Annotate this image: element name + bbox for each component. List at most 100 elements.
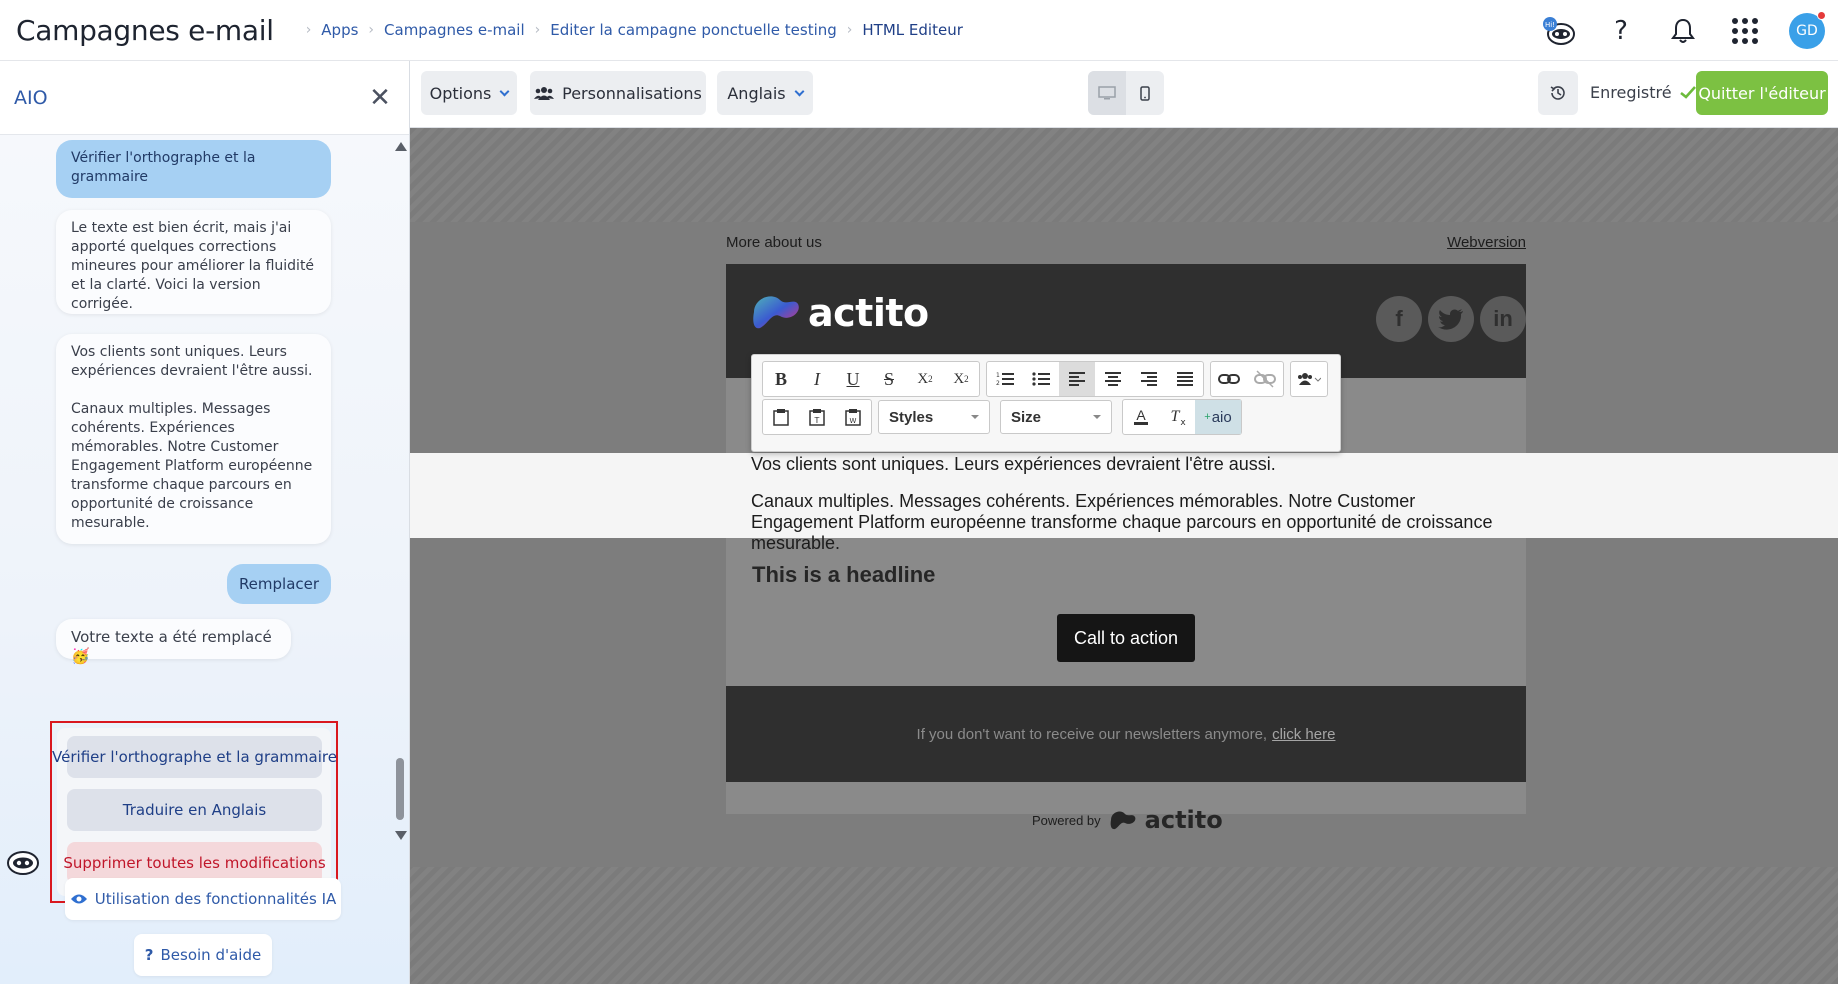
language-label: Anglais <box>727 83 786 103</box>
linkedin-icon[interactable]: in <box>1480 296 1526 342</box>
more-about-link[interactable]: More about us <box>726 234 822 251</box>
paste-text-icon[interactable]: T <box>799 400 835 434</box>
save-status: Enregistré <box>1590 83 1696 102</box>
aio-assistant-button[interactable]: Hi! <box>1528 0 1590 61</box>
breadcrumb-separator: › <box>368 22 375 38</box>
size-label: Size <box>1011 408 1042 426</box>
close-icon[interactable]: ✕ <box>365 83 395 113</box>
unsubscribe-link[interactable]: click here <box>1272 726 1335 743</box>
paste-word-icon[interactable]: W <box>835 400 871 434</box>
numbered-list-icon[interactable]: 12 <box>987 362 1023 396</box>
svg-text:W: W <box>850 417 857 425</box>
remove-format-icon[interactable]: Tx <box>1159 400 1195 434</box>
bold-button[interactable]: B <box>763 362 799 396</box>
actito-logo: actito <box>750 290 929 336</box>
unlink-icon[interactable] <box>1247 362 1283 396</box>
align-right-icon[interactable] <box>1131 362 1167 396</box>
help-button[interactable]: ? Besoin d'aide <box>134 934 272 976</box>
underline-button[interactable]: U <box>835 362 871 396</box>
bullet-list-icon[interactable] <box>1023 362 1059 396</box>
size-dropdown[interactable]: Size <box>1000 400 1112 434</box>
chat-message-bot: Vos clients sont uniques. Leurs expérien… <box>56 334 331 544</box>
italic-button[interactable]: I <box>799 362 835 396</box>
help-glyph: ? <box>1614 15 1628 46</box>
desktop-view-button[interactable] <box>1088 71 1126 115</box>
aio-panel-title: AIO <box>14 86 48 109</box>
bell-icon[interactable] <box>1652 0 1714 61</box>
breadcrumb-apps[interactable]: Apps <box>321 21 358 39</box>
breadcrumb-html-editor[interactable]: HTML Editeur <box>862 21 962 39</box>
aio-panel: AIO ✕ Vérifier l'orthographe et la gramm… <box>0 61 410 984</box>
actito-logo-icon <box>753 296 799 329</box>
breadcrumb-separator: › <box>534 22 541 38</box>
aio-panel-header: AIO ✕ <box>0 61 409 135</box>
help-label: Besoin d'aide <box>160 946 262 964</box>
breadcrumb-separator: › <box>846 22 853 38</box>
subscript-button[interactable]: X2 <box>907 362 943 396</box>
link-icon[interactable] <box>1211 362 1247 396</box>
email-body-text[interactable]: Vos clients sont uniques. Leurs expérien… <box>751 454 1511 554</box>
chat-scrollbar[interactable] <box>393 136 407 844</box>
notification-dot <box>1817 10 1826 20</box>
rich-text-toolbar: B I U S X2 X2 12 T W Styles Size A T x +… <box>751 354 1341 452</box>
actito-small-logo-icon <box>1110 811 1136 830</box>
svg-text:T: T <box>1171 408 1181 425</box>
scroll-down-arrow-icon[interactable] <box>395 831 407 840</box>
desktop-icon <box>1098 86 1116 100</box>
apps-grid-icon[interactable] <box>1714 0 1776 61</box>
aio-button[interactable]: + aio <box>1195 400 1241 434</box>
suggestions-highlight: Vérifier l'orthographe et la grammaire T… <box>50 721 338 903</box>
breadcrumb-campaigns[interactable]: Campagnes e-mail <box>384 21 525 39</box>
styles-dropdown[interactable]: Styles <box>878 400 990 434</box>
aio-mascot-icon <box>7 851 39 875</box>
personalisations-button[interactable]: Personnalisations <box>530 71 706 115</box>
chat-message-user: Remplacer <box>227 564 331 604</box>
eye-icon <box>70 894 87 904</box>
suggestions-card: Vérifier l'orthographe et la grammaire T… <box>52 728 337 896</box>
personalisation-insert-icon[interactable] <box>1291 362 1327 396</box>
user-menu[interactable]: GD <box>1776 0 1838 61</box>
ai-usage-button[interactable]: Utilisation des fonctionnalités IA <box>65 878 341 920</box>
svg-text:A: A <box>1136 408 1146 423</box>
actito-logo-text: actito <box>808 291 929 335</box>
email-footer: If you don't want to receive our newslet… <box>726 686 1526 782</box>
scrollbar-thumb[interactable] <box>396 758 404 820</box>
breadcrumb-separator: › <box>305 22 312 38</box>
translate-suggestion-button[interactable]: Traduire en Anglais <box>67 789 322 831</box>
scroll-up-arrow-icon[interactable] <box>395 142 407 151</box>
powered-by: Powered by actito <box>1032 806 1223 834</box>
mobile-view-button[interactable] <box>1126 71 1164 115</box>
chat-message-user: Vérifier l'orthographe et la grammaire <box>56 140 331 198</box>
webversion-link[interactable]: Webversion <box>1447 234 1526 251</box>
superscript-button[interactable]: X2 <box>943 362 979 396</box>
call-to-action-button[interactable]: Call to action <box>1057 614 1195 662</box>
justify-icon[interactable] <box>1167 362 1203 396</box>
pre-header: More about us Webversion <box>726 234 1526 251</box>
email-headline[interactable]: This is a headline <box>752 562 935 588</box>
options-dropdown[interactable]: Options <box>421 71 517 115</box>
caret-down-icon <box>971 415 979 419</box>
ai-usage-label: Utilisation des fonctionnalités IA <box>94 890 337 908</box>
email-canvas: More about us Webversion actito f in Vos… <box>410 128 1838 984</box>
history-button[interactable] <box>1538 71 1578 115</box>
help-icon[interactable]: ? <box>1590 0 1652 61</box>
personalisations-label: Personnalisations <box>562 83 702 103</box>
paste-icon[interactable] <box>763 400 799 434</box>
strikethrough-button[interactable]: S <box>871 362 907 396</box>
twitter-icon[interactable] <box>1428 296 1474 342</box>
quit-editor-button[interactable]: Quitter l'éditeur <box>1696 71 1828 115</box>
text-color-icon[interactable]: A <box>1123 400 1159 434</box>
breadcrumb-edit-campaign[interactable]: Editer la campagne ponctuelle testing <box>550 21 837 39</box>
powered-by-label: Powered by <box>1032 812 1101 828</box>
paragraph-1: Vos clients sont uniques. Leurs expérien… <box>751 454 1276 474</box>
language-dropdown[interactable]: Anglais <box>717 71 813 115</box>
spellcheck-suggestion-button[interactable]: Vérifier l'orthographe et la grammaire <box>52 736 337 778</box>
align-left-icon[interactable] <box>1059 362 1095 396</box>
saved-label: Enregistré <box>1590 83 1672 102</box>
aio-label: aio <box>1211 408 1232 426</box>
svg-text:T: T <box>814 416 820 425</box>
breadcrumb: › Apps › Campagnes e-mail › Editer la ca… <box>296 21 963 39</box>
facebook-icon[interactable]: f <box>1376 296 1422 342</box>
align-center-icon[interactable] <box>1095 362 1131 396</box>
avatar[interactable]: GD <box>1789 10 1826 49</box>
